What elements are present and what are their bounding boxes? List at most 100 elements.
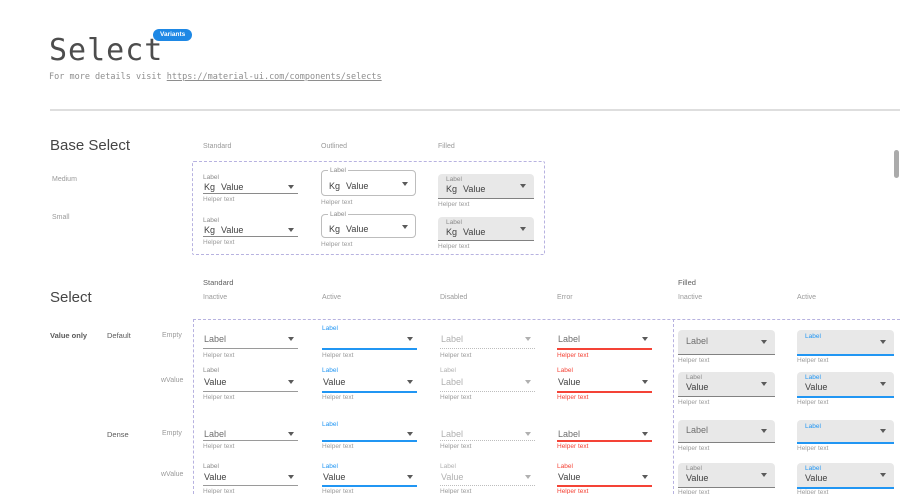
select-value: Value: [805, 382, 827, 392]
helper-text: Helper text: [203, 239, 234, 246]
dropdown-arrow-icon: [288, 228, 294, 232]
select-label: Label: [322, 421, 338, 428]
select-filled-active-default-wvalue[interactable]: LabelValueHelper text: [797, 372, 894, 409]
select-underline: [203, 440, 298, 441]
dropdown-arrow-icon: [880, 473, 886, 477]
select-underline: [440, 485, 535, 486]
select-value-text: Value: [221, 225, 243, 235]
dropdown-arrow-icon: [761, 382, 767, 386]
base-select-filled-small[interactable]: LabelKgValueHelper text: [438, 217, 534, 258]
helper-text: Helper text: [797, 399, 828, 406]
select-value-text: Value: [463, 227, 485, 237]
dropdown-arrow-icon: [525, 337, 531, 341]
select-underline: [203, 391, 298, 392]
select-value-prefix: Kg: [446, 227, 457, 237]
select-filled-inactive-default-empty[interactable]: LabelHelper text: [678, 330, 775, 367]
scrollbar-thumb[interactable]: [894, 150, 899, 178]
helper-text: Helper text: [557, 352, 588, 359]
dropdown-arrow-icon: [402, 182, 408, 186]
variants-badge: Variants: [153, 29, 192, 41]
select-value-text: Value: [463, 184, 485, 194]
select-value: Value: [686, 382, 708, 392]
dropdown-arrow-icon: [642, 380, 648, 384]
select-underline: [203, 348, 298, 349]
dropdown-arrow-icon: [761, 340, 767, 344]
helper-text: Helper text: [678, 445, 709, 452]
select-underline: [557, 348, 652, 350]
state-header-filled-active: Active: [797, 294, 816, 301]
helper-text: Helper text: [678, 357, 709, 364]
select-value: Label: [686, 425, 708, 435]
dropdown-arrow-icon: [761, 429, 767, 433]
dropdown-arrow-icon: [880, 429, 886, 433]
row-variant-dense-empty: Empty: [162, 430, 182, 437]
select-standard-error-dense-wvalue[interactable]: LabelValueHelper text: [557, 462, 652, 494]
state-header-filled-inactive: Inactive: [678, 294, 702, 301]
select-label: Label: [805, 423, 821, 430]
row-header-medium: Medium: [52, 176, 77, 183]
helper-text: Helper text: [203, 488, 234, 494]
helper-text: Helper text: [203, 394, 234, 401]
dropdown-arrow-icon: [525, 380, 531, 384]
dropdown-arrow-icon: [880, 340, 886, 344]
select-filled-inactive-dense-wvalue[interactable]: LabelValueHelper text: [678, 463, 775, 494]
select-value: Label: [441, 429, 463, 439]
select-underline: [203, 236, 298, 237]
helper-text: Helper text: [322, 443, 353, 450]
row-group-dense: Dense: [107, 430, 129, 439]
helper-text: Helper text: [203, 352, 234, 359]
column-header-outlined: Outlined: [321, 143, 347, 150]
select-filled-inactive-default-wvalue[interactable]: LabelValueHelper text: [678, 372, 775, 409]
base-select-standard-small[interactable]: LabelKgValueHelper text: [203, 215, 298, 249]
subtitle: For more details visit https://material-…: [49, 72, 382, 82]
dropdown-arrow-icon: [520, 227, 526, 231]
group-header-standard: Standard: [203, 278, 233, 287]
helper-text: Helper text: [322, 488, 353, 494]
base-select-filled-medium[interactable]: LabelKgValueHelper text: [438, 174, 534, 216]
select-value: Label: [204, 334, 226, 344]
helper-text: Helper text: [440, 488, 471, 494]
state-header-active: Active: [322, 294, 341, 301]
select-underline: [557, 391, 652, 393]
select-value: Value: [558, 377, 580, 387]
state-header-disabled: Disabled: [440, 294, 467, 301]
select-value-prefix: Kg: [204, 182, 215, 192]
select-filled-active-dense-empty[interactable]: LabelHelper text: [797, 420, 894, 455]
base-select-outlined-medium[interactable]: LabelKgValueHelper text: [321, 170, 416, 214]
select-label: Label: [557, 367, 573, 374]
dropdown-arrow-icon: [407, 337, 413, 341]
select-standard-disabled-dense-wvalue[interactable]: LabelValueHelper text: [440, 462, 535, 494]
helper-text: Helper text: [557, 488, 588, 494]
select-label: Label: [203, 217, 219, 224]
select-filled-active-dense-wvalue[interactable]: LabelValueHelper text: [797, 463, 894, 494]
select-filled-active-default-empty[interactable]: LabelHelper text: [797, 330, 894, 367]
base-select-standard-medium[interactable]: LabelKgValueHelper text: [203, 172, 298, 206]
select-label: Label: [328, 167, 348, 174]
select-filled-box: LabelValue: [797, 372, 894, 398]
select-standard-inactive-dense-wvalue[interactable]: LabelValueHelper text: [203, 462, 298, 494]
select-value: Label: [558, 334, 580, 344]
select-value: Value: [323, 472, 345, 482]
select-standard-active-dense-wvalue[interactable]: LabelValueHelper text: [322, 462, 417, 494]
dropdown-arrow-icon: [525, 432, 531, 436]
row-header-small: Small: [52, 214, 70, 221]
row-group-default: Default: [107, 331, 131, 340]
docs-link[interactable]: https://material-ui.com/components/selec…: [167, 72, 382, 82]
select-underline: [440, 391, 535, 392]
select-value: KgValue: [204, 182, 243, 192]
select-filled-box: LabelValue: [678, 463, 775, 488]
select-underline: [322, 485, 417, 487]
select-container-border-left: [193, 319, 194, 494]
helper-text: Helper text: [440, 394, 471, 401]
select-label: Label: [328, 211, 348, 218]
select-underline: [322, 348, 417, 350]
base-select-outlined-small[interactable]: LabelKgValueHelper text: [321, 214, 416, 256]
select-label: Label: [805, 333, 821, 340]
select-value: Value: [558, 472, 580, 482]
side-label-value-only: Value only: [50, 331, 87, 340]
select-value: Value: [204, 377, 226, 387]
select-filled-inactive-dense-empty[interactable]: Label Helper text: [678, 420, 775, 455]
dropdown-arrow-icon: [880, 382, 886, 386]
dropdown-arrow-icon: [642, 432, 648, 436]
select-label: Label: [322, 367, 338, 374]
